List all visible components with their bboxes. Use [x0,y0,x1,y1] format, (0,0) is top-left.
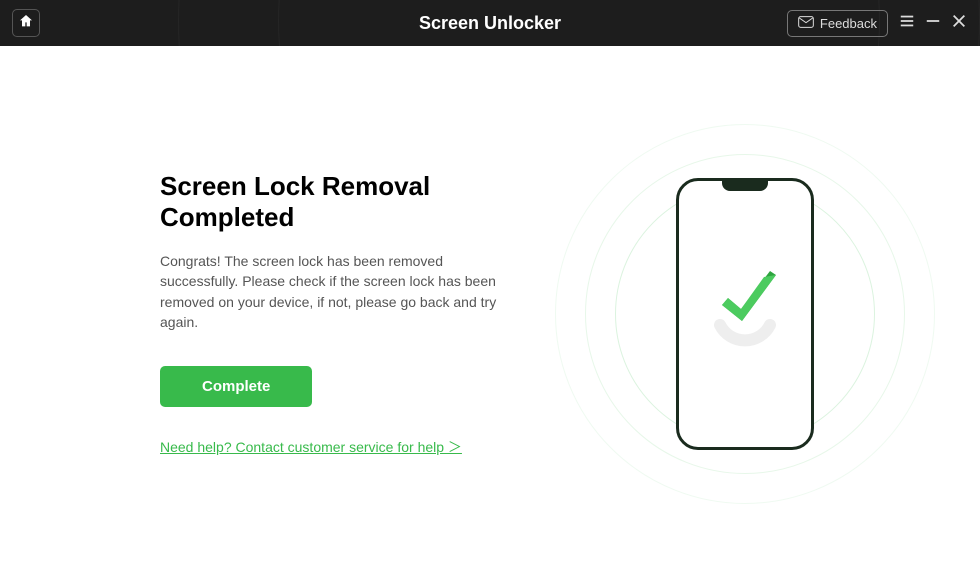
home-button[interactable] [12,9,40,37]
page-title: Screen Lock Removal Completed [160,171,520,233]
app-title: Screen Unlocker [419,13,561,34]
phone-illustration [676,178,814,450]
phone-notch [722,181,768,191]
menu-button[interactable] [898,14,916,32]
home-icon [18,13,34,34]
mail-icon [798,15,814,32]
close-icon [951,13,967,34]
minimize-icon [925,13,941,34]
menu-icon [899,13,915,34]
titlebar-right: Feedback [787,10,968,37]
content-left: Screen Lock Removal Completed Congrats! … [50,171,560,457]
complete-button[interactable]: Complete [160,366,312,407]
help-link[interactable]: Need help? Contact customer service for … [160,437,462,457]
content-right [560,178,930,450]
window-controls [898,14,968,32]
description-text: Congrats! The screen lock has been remov… [160,251,520,332]
feedback-label: Feedback [820,16,877,31]
main-content: Screen Lock Removal Completed Congrats! … [0,46,980,582]
success-graphic [700,269,790,359]
titlebar: Screen Unlocker Feedback [0,0,980,46]
feedback-button[interactable]: Feedback [787,10,888,37]
close-button[interactable] [950,14,968,32]
minimize-button[interactable] [924,14,942,32]
checkmark-icon [714,263,788,337]
